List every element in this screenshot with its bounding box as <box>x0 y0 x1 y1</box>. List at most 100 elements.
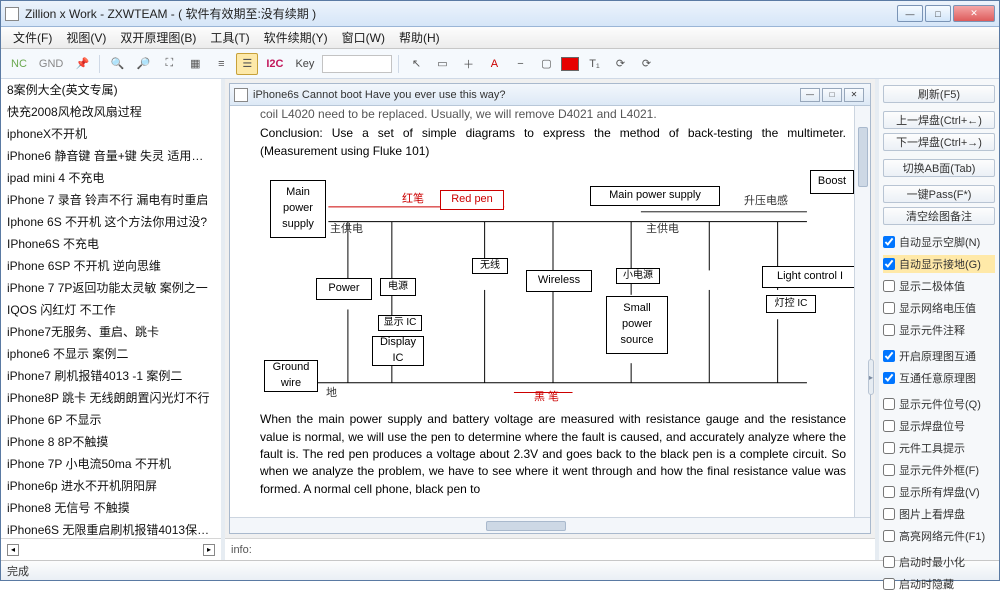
chk-open-schem[interactable] <box>883 350 895 362</box>
case-item[interactable]: iphone6 不显示 案例二 <box>1 343 221 365</box>
tool-fit-icon[interactable]: ⛶ <box>158 53 180 75</box>
case-item[interactable]: 8案例大全(英文专属) <box>1 79 221 101</box>
case-item[interactable]: iPhone6 静音键 音量+键 失灵 适用于任何机 <box>1 145 221 167</box>
menu-tools[interactable]: 工具(T) <box>204 28 255 47</box>
box-boost: Boost <box>810 170 854 194</box>
case-item[interactable]: IPhone6S 不充电 <box>1 233 221 255</box>
box-main2: Main power supply <box>590 186 720 206</box>
box-ground: Ground wire <box>264 360 318 392</box>
tool-i2c[interactable]: I2C <box>262 58 287 70</box>
doc-close-button[interactable]: ✕ <box>844 88 864 102</box>
doc-scrollbar-v[interactable] <box>854 106 870 517</box>
case-item[interactable]: iPhone8P 跳卡 无线朗朗置闪光灯不行 <box>1 387 221 409</box>
chk-auto-ground[interactable] <box>883 258 895 270</box>
tool-list-icon[interactable]: ☰ <box>236 53 258 75</box>
chk-comp-pos[interactable] <box>883 398 895 410</box>
tool-box-icon[interactable]: ▢ <box>535 53 557 75</box>
box-wireless-cn: 无线 <box>472 258 508 274</box>
box-display: Display IC <box>372 336 424 366</box>
chk-all-pads[interactable] <box>883 486 895 498</box>
toolbar: NC GND 📌 🔍 🔎 ⛶ ▦ ≡ ☰ I2C Key ↖ ▭ ＋ A − ▢… <box>1 49 999 79</box>
tool-color-swatch[interactable] <box>561 57 579 71</box>
tool-gnd[interactable]: GND <box>35 58 67 70</box>
chk-pic-pad[interactable] <box>883 508 895 520</box>
clear-notes-button[interactable]: 清空绘图备注 <box>883 207 995 225</box>
chk-auto-empty[interactable] <box>883 236 895 248</box>
case-item[interactable]: iPhone8 无信号 不触摸 <box>1 497 221 519</box>
case-item[interactable]: iPhone 7P 小电流50ma 不开机 <box>1 453 221 475</box>
chk-start-hide[interactable] <box>883 578 895 590</box>
case-item[interactable]: iPhone6S 无限重启刷机报错4013保资料 <box>1 519 221 538</box>
tool-rect-icon[interactable]: ▭ <box>431 53 453 75</box>
chk-net-volt[interactable] <box>883 302 895 314</box>
case-item[interactable]: iPhone7无服务、重启、跳卡 <box>1 321 221 343</box>
tool-nc[interactable]: NC <box>7 58 31 70</box>
tool-t1-icon[interactable]: T₁ <box>583 53 605 75</box>
tool-text-icon[interactable]: A <box>483 53 505 75</box>
menu-window[interactable]: 窗口(W) <box>336 28 391 47</box>
case-item[interactable]: Iphone 6S 不开机 这个方法你用过没? <box>1 211 221 233</box>
maximize-button[interactable]: □ <box>925 5 951 22</box>
tool-grid-icon[interactable]: ▦ <box>184 53 206 75</box>
label-main-cn1: 主供电 <box>330 222 363 238</box>
menu-dual[interactable]: 双开原理图(B) <box>114 28 202 47</box>
box-main-power: Main power supply <box>270 180 326 238</box>
chk-highlight[interactable] <box>883 530 895 542</box>
case-item[interactable]: 快充2008风枪改风扇过程 <box>1 101 221 123</box>
chk-start-min[interactable] <box>883 556 895 568</box>
tool-plus-icon[interactable]: ＋ <box>457 53 479 75</box>
tool-key-input[interactable] <box>322 55 392 73</box>
tool-zoom-in-icon[interactable]: 🔍 <box>106 53 128 75</box>
chk-diode[interactable] <box>883 280 895 292</box>
chk-comp-frame[interactable] <box>883 464 895 476</box>
box-wireless: Wireless <box>526 270 592 292</box>
tool-minus-icon[interactable]: − <box>509 53 531 75</box>
case-item[interactable]: iPhone7 刷机报错4013 -1 案例二 <box>1 365 221 387</box>
doc-min-button[interactable]: — <box>800 88 820 102</box>
case-item[interactable]: iPhone 7 录音 铃声不行 漏电有时重启 <box>1 189 221 211</box>
label-black-cn: 黑 笔 <box>534 390 559 406</box>
case-item[interactable]: iPhone 6P 不显示 <box>1 409 221 431</box>
doc-icon <box>234 88 248 102</box>
doc-scrollbar-h[interactable] <box>230 517 870 533</box>
case-item[interactable]: iPhone 7 7P返回功能太灵敏 案例之一 <box>1 277 221 299</box>
chk-any-schem[interactable] <box>883 372 895 384</box>
chk-comp-tool[interactable] <box>883 442 895 454</box>
doc-max-button[interactable]: □ <box>822 88 842 102</box>
case-item[interactable]: ipad mini 4 不充电 <box>1 167 221 189</box>
chk-comp-note[interactable] <box>883 324 895 336</box>
close-button[interactable]: ✕ <box>953 5 995 22</box>
refresh-button[interactable]: 刷新(F5) <box>883 85 995 103</box>
tool-layer-icon[interactable]: ≡ <box>210 53 232 75</box>
menu-file[interactable]: 文件(F) <box>7 28 58 47</box>
case-item[interactable]: iPhone 6SP 不开机 逆向思维 <box>1 255 221 277</box>
case-item[interactable]: iPhone6p 进水不开机阴阳屏 <box>1 475 221 497</box>
swap-ab-button[interactable]: 切换AB面(Tab) <box>883 159 995 177</box>
tool-cursor-icon[interactable]: ↖ <box>405 53 427 75</box>
prev-pad-button[interactable]: 上一焊盘(Ctrl+←) <box>883 111 995 129</box>
splitter-right[interactable]: ▸ <box>868 359 874 395</box>
pass-button[interactable]: 一键Pass(F*) <box>883 185 995 203</box>
minimize-button[interactable]: — <box>897 5 923 22</box>
menu-view[interactable]: 视图(V) <box>60 28 112 47</box>
menu-renew[interactable]: 软件续期(Y) <box>258 28 334 47</box>
case-item[interactable]: iphoneX不开机 <box>1 123 221 145</box>
case-list[interactable]: 8案例大全(英文专属)快充2008风枪改风扇过程iphoneX不开机iPhone… <box>1 79 221 538</box>
next-pad-button[interactable]: 下一焊盘(Ctrl+→) <box>883 133 995 151</box>
tool-refresh-icon[interactable]: ⟳ <box>609 53 631 75</box>
list-prev-button[interactable]: ◂ <box>7 544 19 556</box>
diagram: Main power supply 红笔 Red pen Main power … <box>260 170 846 405</box>
tool-zoom-out-icon[interactable]: 🔎 <box>132 53 154 75</box>
tool-reload-icon[interactable]: ⟳ <box>635 53 657 75</box>
doc-body[interactable]: coil L4020 need to be replaced. Usually,… <box>230 106 870 517</box>
case-item[interactable]: iPhone 8 8P不触摸 <box>1 431 221 453</box>
menu-help[interactable]: 帮助(H) <box>393 28 446 47</box>
doc-p0: coil L4020 need to be replaced. Usually,… <box>260 106 846 123</box>
label-ground-cn: 地 <box>326 386 337 402</box>
box-small: Small power source <box>606 296 668 354</box>
case-item[interactable]: IQOS 闪红灯 不工作 <box>1 299 221 321</box>
tool-pin-icon[interactable]: 📌 <box>71 53 93 75</box>
doc-p1: Conclusion: Use a set of simple diagrams… <box>260 125 846 160</box>
chk-pad-pos[interactable] <box>883 420 895 432</box>
list-next-button[interactable]: ▸ <box>203 544 215 556</box>
